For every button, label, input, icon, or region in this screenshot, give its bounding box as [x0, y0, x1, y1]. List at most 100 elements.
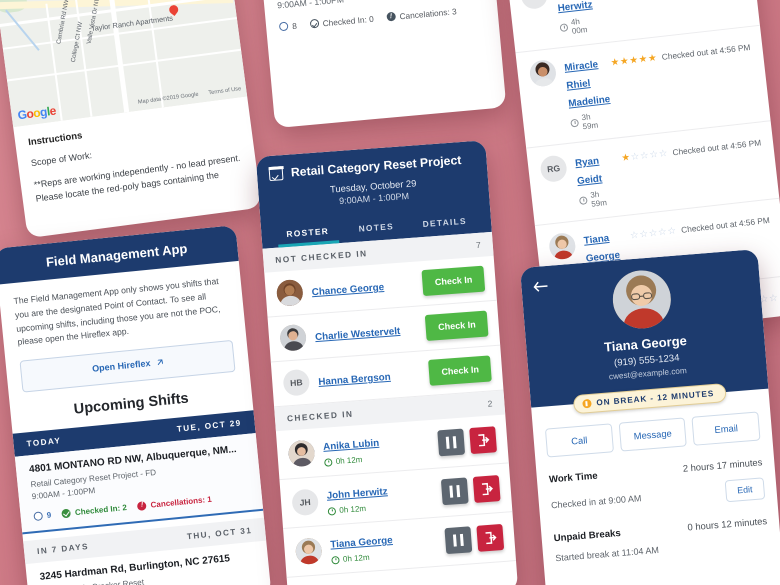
- duration: 3h 59m: [578, 188, 617, 210]
- star-rating[interactable]: ☆☆☆☆☆: [630, 225, 678, 241]
- section-label: CHECKED IN: [286, 408, 354, 424]
- profile-body: Call Message Email Work Time 2 hours 17 …: [531, 389, 780, 565]
- upcoming-shift-card[interactable]: IN 7 DAYS THU, OCT 31 3245 Hardman Rd, B…: [257, 0, 507, 129]
- tab-roster[interactable]: ROSTER: [273, 218, 343, 248]
- edit-work-time-button[interactable]: Edit: [724, 477, 766, 503]
- call-button[interactable]: Call: [544, 423, 614, 458]
- checked-in-value: Checked In: 2: [74, 502, 128, 517]
- cancelations-value: Cancelations: 3: [399, 6, 457, 22]
- shift-list-item[interactable]: TODAY TUE, OCT 29 4801 MONTANO RD NW, Al…: [12, 410, 264, 534]
- avatar-initials: HB: [282, 368, 311, 397]
- open-hireflex-button[interactable]: Open Hireflex 🡥: [19, 339, 236, 393]
- pause-button[interactable]: [437, 428, 466, 457]
- person-profile-card: Tiana George (919) 555-1234 cwest@exampl…: [519, 249, 780, 585]
- person-name-cell: Tiana George 0h 12m: [330, 527, 438, 565]
- rating-cell: ★☆☆☆☆ Checked out at 4:56 PM: [620, 132, 762, 166]
- people-icon: [278, 21, 289, 32]
- shift-checked-in: Checked In: 0: [309, 14, 374, 30]
- avatar: [279, 323, 308, 352]
- duration: 3h 59m: [570, 110, 609, 132]
- star-rating[interactable]: ★☆☆☆☆: [621, 148, 669, 164]
- shift-cancelations: Cancelations: 3: [386, 6, 457, 22]
- profile-actions: Call Message Email: [544, 411, 761, 458]
- clock-icon: [570, 118, 580, 128]
- star-rating[interactable]: ★★★★★: [610, 52, 658, 68]
- duration: 0h 12m: [324, 450, 430, 467]
- person-name-link[interactable]: Charlie Westervelt: [315, 326, 401, 343]
- fma-description: The Field Management App only shows you …: [13, 276, 221, 348]
- check-circle-icon: [61, 508, 72, 518]
- clock-icon: [324, 457, 333, 467]
- check-out-button[interactable]: [476, 523, 505, 552]
- person-cell: Miracle Rhiel Madeline 3h 59m: [563, 54, 611, 133]
- open-hireflex-label: Open Hireflex: [91, 358, 151, 374]
- alert-icon: [386, 12, 396, 22]
- people-count-value: 8: [291, 20, 298, 31]
- avatar: [287, 439, 316, 468]
- check-circle-icon: [309, 19, 320, 29]
- clock-icon: [327, 506, 337, 516]
- person-name-link[interactable]: Chance George: [311, 282, 384, 298]
- duration-value: 0h 12m: [335, 455, 363, 466]
- checked-out-status: Checked out at 4:56 PM: [661, 42, 751, 62]
- avatar: [547, 231, 577, 261]
- shift-card-body: 3245 Hardman Rd, Burlington, NC 27615 Re…: [260, 0, 499, 45]
- shift-cancelations: Cancellations: 1: [137, 494, 212, 511]
- field-management-app-card: Field Management App The Field Managemen…: [0, 225, 272, 585]
- avatar-initials: JH: [519, 0, 549, 11]
- section-count: 2: [487, 398, 493, 409]
- avatar: [610, 268, 674, 331]
- person-cell: John Herwitz 4h 00m: [555, 0, 599, 37]
- duration: 4h 00m: [559, 15, 598, 37]
- person-name-link[interactable]: Hanna Bergson: [318, 372, 391, 388]
- person-name-link[interactable]: John Herwitz: [326, 486, 388, 501]
- calendar-check-icon: [268, 166, 284, 182]
- work-time-section: Work Time 2 hours 17 minutes Checked in …: [549, 456, 766, 516]
- shift-people-count: 9: [33, 510, 52, 521]
- person-name-link[interactable]: Tiana George: [330, 535, 393, 551]
- row-actions: [444, 523, 505, 555]
- back-arrow-icon[interactable]: [533, 279, 549, 292]
- external-link-icon: 🡥: [156, 356, 164, 368]
- avatar: [275, 278, 304, 307]
- tab-notes[interactable]: NOTES: [341, 213, 411, 243]
- person-name-cell: Chance George: [311, 275, 415, 300]
- duration-value: 3h 59m: [581, 112, 599, 132]
- person-name-link[interactable]: John Herwitz: [555, 0, 593, 14]
- clock-icon: [559, 23, 569, 33]
- shift-date-label: THU, OCT 31: [186, 525, 253, 541]
- unpaid-breaks-label: Unpaid Breaks: [553, 527, 622, 545]
- person-cell: Ryan Geidt 3h 59m: [574, 149, 618, 210]
- work-time-value: 2 hours 17 minutes: [682, 456, 763, 474]
- email-button[interactable]: Email: [691, 411, 761, 446]
- unpaid-breaks-detail: Started break at 11:04 AM: [554, 544, 660, 564]
- person-name-link[interactable]: Anika Lubin: [323, 438, 380, 453]
- person-name-link[interactable]: Miracle Rhiel Madeline: [564, 59, 611, 109]
- duration-value: 3h 59m: [589, 189, 608, 209]
- pause-button[interactable]: [444, 526, 473, 555]
- person-name-cell: Hanna Bergson: [318, 365, 422, 390]
- avatar-initials: JH: [291, 488, 320, 517]
- section-label: NOT CHECKED IN: [274, 248, 368, 265]
- work-time-label: Work Time: [548, 470, 599, 486]
- shift-date-label: TUE, OCT 29: [176, 418, 243, 434]
- message-button[interactable]: Message: [618, 417, 688, 452]
- people-count-value: 9: [46, 510, 52, 520]
- pause-button[interactable]: [440, 477, 469, 506]
- unpaid-breaks-section: Unpaid Breaks 0 hours 12 minutes Started…: [553, 515, 769, 563]
- check-in-button[interactable]: Check In: [425, 310, 489, 341]
- clock-icon: [578, 196, 588, 206]
- check-out-button[interactable]: [472, 475, 501, 503]
- tab-details[interactable]: DETAILS: [410, 208, 480, 238]
- check-in-button[interactable]: Check In: [428, 355, 492, 386]
- duration-value: 4h 00m: [570, 16, 588, 36]
- profile-header: Tiana George (919) 555-1234 cwest@exampl…: [519, 249, 769, 415]
- alert-icon: [137, 500, 148, 511]
- row-actions: [440, 475, 501, 506]
- checked-in-value: Checked In: 0: [322, 13, 375, 29]
- duration-value: 0h 12m: [339, 503, 367, 515]
- person-name-link[interactable]: Ryan Geidt: [575, 156, 603, 187]
- check-out-button[interactable]: [469, 426, 498, 455]
- check-in-button[interactable]: Check In: [421, 265, 486, 297]
- rating-cell: ★★★★★ Checked out at 4:56 PM: [610, 37, 752, 71]
